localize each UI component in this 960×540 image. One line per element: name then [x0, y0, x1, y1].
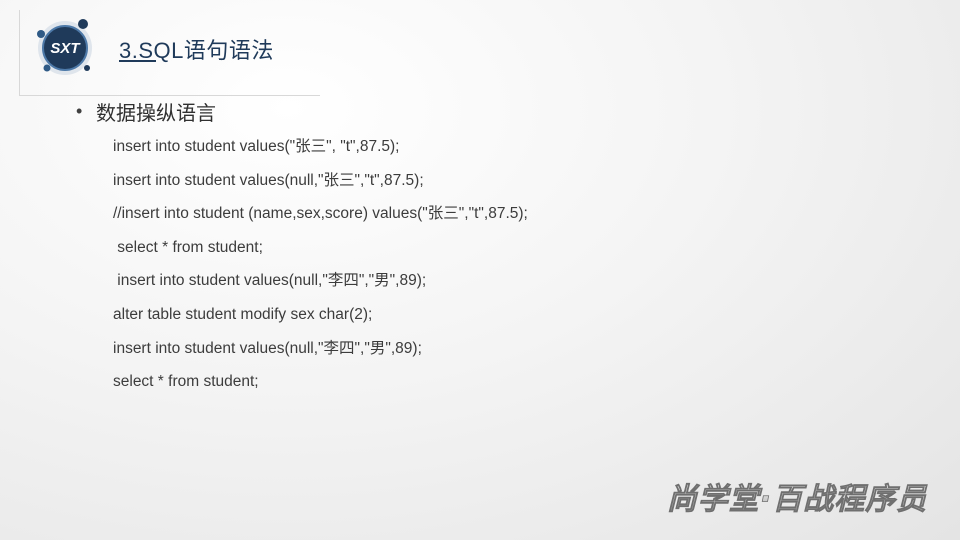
watermark-text: 尚学堂·百战程序员	[667, 482, 928, 517]
presentation-slide: SXT 3.SQL语句语法 • 数据操纵语言 insert into stude…	[0, 0, 960, 540]
code-line: //insert into student (name,sex,score) v…	[113, 205, 528, 223]
sxt-logo: SXT	[37, 19, 92, 75]
watermark-logo: 尚学堂·百战程序员	[666, 482, 928, 518]
bullet-dot-icon: •	[76, 101, 83, 121]
sql-code-list: insert into student values("张三", "t",87.…	[113, 134, 528, 403]
code-line: select * from student;	[113, 238, 263, 256]
code-line: alter table student modify sex char(2);	[113, 305, 373, 323]
code-line: insert into student values("张三", "t",87.…	[113, 138, 400, 155]
code-line: insert into student values(null,"李四","男"…	[113, 272, 427, 290]
logo-text: SXT	[50, 40, 81, 57]
bullet-item: • 数据操纵语言	[76, 97, 216, 126]
bullet-label: 数据操纵语言	[96, 103, 216, 125]
code-line: insert into student values(null,"张三","t"…	[113, 171, 424, 189]
code-line: select * from student;	[113, 373, 259, 391]
code-line: insert into student values(null,"李四","男"…	[113, 339, 422, 357]
title-underline	[119, 60, 156, 62]
